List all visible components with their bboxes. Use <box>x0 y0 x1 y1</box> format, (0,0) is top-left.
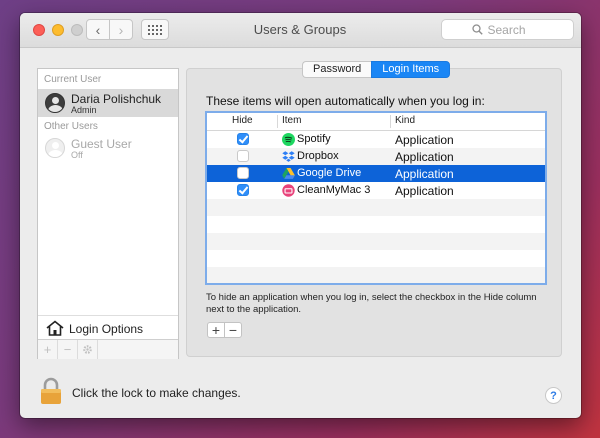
sidebar-toolbar: + − <box>38 339 178 359</box>
search-icon <box>471 24 483 35</box>
user-row-daria[interactable]: Daria Polishchuk Admin <box>38 89 178 117</box>
cleanmymac-icon <box>282 184 295 197</box>
close-button[interactable] <box>33 24 45 36</box>
add-user-button[interactable]: + <box>38 340 58 359</box>
hide-hint-text: To hide an application when you log in, … <box>206 292 537 315</box>
item-name: Google Drive <box>297 167 362 179</box>
show-all-button[interactable] <box>141 19 169 40</box>
lock-icon[interactable] <box>40 377 62 407</box>
search-field[interactable] <box>441 19 574 40</box>
column-header-hide[interactable]: Hide <box>232 115 253 126</box>
back-button[interactable]: ‹ <box>86 19 110 40</box>
column-header-kind[interactable]: Kind <box>395 115 415 126</box>
window-title: Users & Groups <box>253 22 347 37</box>
house-icon <box>46 320 64 336</box>
empty-row <box>207 267 545 283</box>
minimize-button[interactable] <box>52 24 64 36</box>
user-settings-button[interactable] <box>78 340 98 359</box>
help-button[interactable]: ? <box>545 387 562 404</box>
login-items-intro: These items will open automatically when… <box>206 94 485 108</box>
guest-avatar <box>45 138 65 158</box>
table-row-dropbox[interactable]: Dropbox Application <box>207 148 545 165</box>
gear-icon <box>83 345 92 354</box>
item-name: Spotify <box>297 133 331 145</box>
item-kind: Application <box>395 184 454 198</box>
other-users-header: Other Users <box>44 121 98 132</box>
hide-checkbox[interactable] <box>237 167 249 179</box>
table-row-google-drive[interactable]: Google Drive Application <box>207 165 545 182</box>
google-drive-icon <box>282 168 295 179</box>
grid-icon <box>148 24 162 35</box>
user-name: Guest User <box>71 137 132 151</box>
user-row-guest[interactable]: Guest User Off <box>38 134 178 162</box>
dropbox-icon <box>282 151 295 162</box>
empty-row <box>207 216 545 233</box>
login-options-label: Login Options <box>69 322 144 336</box>
item-kind: Application <box>395 150 454 164</box>
user-name: Daria Polishchuk <box>71 92 162 106</box>
lock-text: Click the lock to make changes. <box>72 386 241 400</box>
login-items-table[interactable]: Hide Item Kind Spotify Application Dropb… <box>205 111 547 285</box>
empty-row <box>207 199 545 216</box>
hide-checkbox[interactable] <box>237 184 249 196</box>
chevron-left-icon: ‹ <box>95 21 101 38</box>
table-header: Hide Item Kind <box>207 113 545 131</box>
user-role: Admin <box>71 105 97 115</box>
spotify-icon <box>282 133 295 146</box>
remove-login-item-button[interactable]: − <box>224 322 242 338</box>
item-name: CleanMyMac 3 <box>297 184 371 196</box>
users-groups-window: ‹ › Users & Groups Current User Daria Po… <box>20 13 581 418</box>
table-row-cleanmymac[interactable]: CleanMyMac 3 Application <box>207 182 545 199</box>
title-bar: ‹ › Users & Groups <box>20 13 581 48</box>
zoom-button[interactable] <box>71 24 83 36</box>
hide-checkbox[interactable] <box>237 150 249 162</box>
item-kind: Application <box>395 133 454 147</box>
empty-row <box>207 250 545 267</box>
login-options-item[interactable]: Login Options <box>38 315 178 340</box>
user-avatar <box>45 93 65 113</box>
forward-button[interactable]: › <box>109 19 133 40</box>
item-kind: Application <box>395 167 454 181</box>
column-header-item[interactable]: Item <box>282 115 301 126</box>
search-input[interactable] <box>487 22 544 37</box>
chevron-right-icon: › <box>118 21 124 38</box>
current-user-header: Current User <box>44 74 102 85</box>
remove-user-button[interactable]: − <box>58 340 78 359</box>
users-sidebar: Current User Daria Polishchuk Admin Othe… <box>37 68 179 359</box>
hide-checkbox[interactable] <box>237 133 249 145</box>
tab-login-items[interactable]: Login Items <box>371 61 451 78</box>
table-row-spotify[interactable]: Spotify Application <box>207 131 545 148</box>
tab-password[interactable]: Password <box>302 61 372 78</box>
user-role: Off <box>71 150 83 160</box>
add-login-item-button[interactable]: + <box>207 322 225 338</box>
tab-bar: Password Login Items <box>302 61 451 78</box>
item-name: Dropbox <box>297 150 339 162</box>
empty-row <box>207 233 545 250</box>
